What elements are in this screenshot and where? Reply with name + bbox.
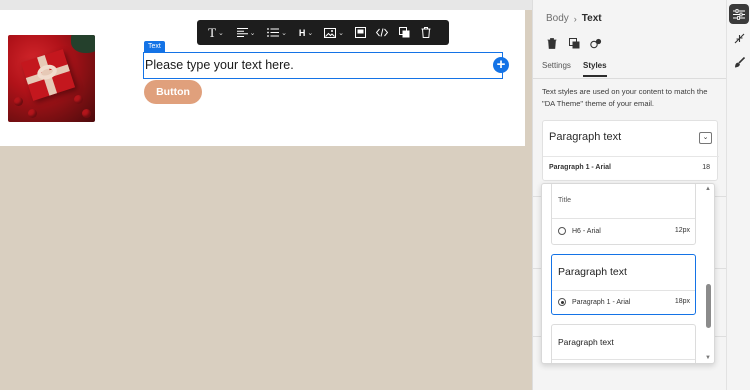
radio-button-selected[interactable]	[558, 298, 566, 306]
current-style-meta: Paragraph 1 - Arial	[549, 164, 611, 171]
rich-text-toolbar: T ⌄ ⌄ ⌄ H ⌄ ⌄	[197, 20, 449, 45]
scroll-up-arrow-icon[interactable]: ▲	[705, 186, 711, 192]
chevron-down-icon: ⌄	[249, 29, 256, 37]
block-actions	[545, 36, 603, 50]
radio-button[interactable]	[558, 227, 566, 235]
option-label: Paragraph text	[558, 266, 627, 278]
breadcrumb: Body › Text	[546, 13, 602, 24]
panel-tabs: Settings Styles	[533, 60, 727, 79]
add-block-button[interactable]: +	[493, 57, 509, 73]
list-dropdown[interactable]: ⌄	[261, 20, 293, 45]
divider	[552, 290, 695, 291]
trash-icon	[547, 37, 557, 49]
bauble-ornament	[28, 109, 37, 118]
background-image-icon	[354, 27, 366, 38]
text-style-dropdown: ▲ Title H6 - Arial 12px Paragraph text P…	[541, 183, 715, 364]
plus-icon: +	[496, 56, 506, 73]
text-block-input[interactable]: Please type your text here.	[143, 52, 503, 79]
styles-info-text: Text styles are used on your content to …	[542, 87, 708, 108]
canvas-top-strip	[0, 0, 532, 10]
style-option-title[interactable]: Title H6 - Arial 12px	[551, 184, 696, 245]
rail-settings-button[interactable]	[729, 4, 749, 24]
breadcrumb-current: Text	[581, 13, 602, 24]
image-dropdown[interactable]: ⌄	[319, 20, 349, 45]
background-image-button[interactable]	[349, 20, 371, 45]
gift-image[interactable]	[8, 35, 95, 122]
duplicate-block-button[interactable]	[567, 36, 581, 50]
chevron-down-icon[interactable]: ⌄	[699, 132, 712, 144]
gift-box-shape	[20, 49, 76, 101]
delete-button[interactable]	[415, 20, 437, 45]
fragment-icon	[590, 38, 602, 48]
chevron-down-icon: ⌄	[338, 29, 344, 37]
bauble-ornament	[74, 95, 83, 104]
chevron-down-icon: ⌄	[307, 29, 314, 37]
pine-branch-decoration	[71, 35, 95, 53]
code-icon	[376, 28, 388, 37]
heading-icon: H	[298, 27, 306, 38]
trash-icon	[421, 27, 431, 38]
email-canvas: T ⌄ ⌄ ⌄ H ⌄ ⌄ Text Please type your text…	[0, 0, 532, 390]
align-dropdown[interactable]: ⌄	[231, 20, 261, 45]
option-size: 18px	[674, 298, 690, 305]
chevron-down-icon: ⌄	[281, 29, 287, 37]
divider	[552, 359, 695, 360]
text-block-tag: Text	[144, 41, 165, 52]
settings-sliders-icon	[733, 8, 745, 20]
save-fragment-button[interactable]	[589, 36, 603, 50]
brush-icon	[734, 56, 745, 67]
scroll-down-arrow-icon[interactable]: ▼	[705, 355, 711, 361]
bauble-ornament	[14, 97, 23, 106]
style-option-paragraph-2[interactable]: Paragraph text	[551, 324, 696, 363]
collapse-icon	[734, 33, 744, 43]
email-cta-button[interactable]: Button	[144, 80, 202, 104]
option-meta-row: Paragraph 1 - Arial	[558, 298, 630, 306]
bauble-ornament	[82, 109, 91, 118]
code-button[interactable]	[371, 20, 393, 45]
option-meta: H6 - Arial	[572, 227, 601, 235]
current-style-size: 18	[702, 164, 710, 171]
right-rail	[726, 0, 750, 390]
text-style-selector[interactable]: Paragraph text ⌄ Paragraph 1 - Arial 18	[542, 120, 719, 181]
text-style-icon: T	[208, 24, 217, 40]
copy-icon	[568, 37, 579, 48]
option-meta-row: H6 - Arial	[558, 227, 601, 235]
delete-block-button[interactable]	[545, 36, 559, 50]
divider	[543, 156, 719, 157]
current-style-title: Paragraph text	[549, 131, 622, 143]
style-option-paragraph-1[interactable]: Paragraph text Paragraph 1 - Arial 18px	[551, 254, 696, 315]
option-meta: Paragraph 1 - Arial	[572, 298, 631, 306]
heading-dropdown[interactable]: H ⌄	[293, 20, 319, 45]
image-icon	[324, 27, 337, 38]
copy-button[interactable]	[393, 20, 415, 45]
rail-brush-button[interactable]	[729, 52, 749, 72]
list-icon	[267, 28, 280, 37]
copy-icon	[398, 27, 409, 38]
option-label: Title	[558, 197, 571, 204]
tab-settings[interactable]: Settings	[542, 61, 571, 70]
chevron-down-icon: ⌄	[218, 29, 224, 37]
align-left-icon	[236, 28, 248, 37]
divider	[552, 218, 695, 219]
chevron-right-icon: ›	[573, 13, 577, 24]
breadcrumb-parent[interactable]: Body	[546, 13, 569, 24]
option-size: 12px	[674, 227, 690, 234]
scrollbar-thumb[interactable]	[706, 284, 711, 328]
rail-collapse-button[interactable]	[729, 28, 749, 48]
tab-styles[interactable]: Styles	[583, 61, 607, 77]
font-style-dropdown[interactable]: T ⌄	[201, 20, 231, 45]
option-label: Paragraph text	[558, 337, 614, 347]
